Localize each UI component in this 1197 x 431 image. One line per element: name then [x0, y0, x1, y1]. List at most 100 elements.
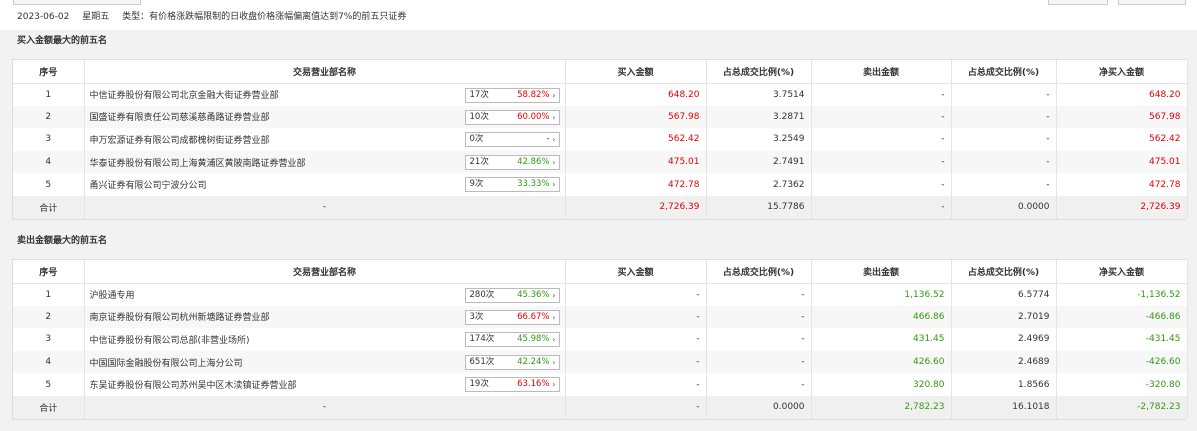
- sell-amount: -: [811, 105, 952, 129]
- chevron-right-icon: ›: [552, 290, 556, 300]
- broker-name[interactable]: 申万宏源证券有限公司成都槐树街证券营业部: [90, 136, 270, 146]
- broker-name-cell: 东吴证券股份有限公司苏州吴中区木渎镇证券营业部 19次 63.16% ›: [84, 373, 566, 396]
- net-amount: 648.20: [1056, 83, 1188, 106]
- table-row[interactable]: 5 甬兴证券有限公司宁波分公司 9次 33.33% › 472.78 2.7362- -472…: [13, 173, 1188, 196]
- buy-table-header: 序号 交易营业部名称 买入金额 占总成交比例(%) 卖出金额 占总成交比例(%) 净买入金额: [13, 60, 1188, 84]
- sell-amount: 466.86: [811, 305, 952, 329]
- column-header: 卖出金额: [811, 60, 952, 84]
- broker-name[interactable]: 沪股通专用: [90, 291, 135, 301]
- broker-name[interactable]: 中国国际金融股份有限公司上海分公司: [90, 359, 243, 369]
- broker-name-cell: 南京证券股份有限公司杭州新塘路证券营业部 3次 66.67% ›: [84, 305, 566, 329]
- chevron-right-icon: ›: [552, 90, 556, 100]
- trade-date: 2023-06-02: [17, 12, 70, 22]
- sell-table-body: 1 沪股通专用 280次 45.36% › - -1,136.52 6.5774 -1,136.…: [13, 283, 1188, 419]
- broker-name-cell: 中信证券股份有限公司总部(非营业场所) 174次 45.98% ›: [84, 328, 566, 351]
- success-rate: 42.24%: [517, 356, 550, 367]
- success-rate-dropdown[interactable]: 17次 58.82% ›: [464, 87, 560, 103]
- broker-name[interactable]: 中信证券股份有限公司北京金融大街证券营业部: [90, 91, 279, 101]
- sell-ratio: 2.4689: [951, 350, 1057, 374]
- broker-name[interactable]: 南京证券股份有限公司杭州新塘路证券营业部: [90, 313, 270, 323]
- buy-amount: 567.98: [565, 105, 707, 129]
- success-rate-dropdown[interactable]: 9次 33.33% ›: [464, 177, 560, 193]
- row-number: 1: [13, 283, 85, 306]
- buy-amount: -: [565, 305, 707, 329]
- success-rate: 42.86%: [517, 156, 550, 167]
- sell-section-title: 卖出金额最大的前五名: [0, 231, 1197, 251]
- success-rate-dropdown[interactable]: 19次 63.16% ›: [464, 377, 560, 393]
- list-type: 类型：有价格涨跌幅限制的日收盘价格涨幅偏离值达到7%的前五只证券: [122, 12, 407, 22]
- success-rate: -: [546, 134, 550, 145]
- success-rate-dropdown[interactable]: 651次 42.24% ›: [464, 354, 560, 370]
- success-rate: 60.00%: [517, 111, 550, 122]
- sell-ratio: -: [951, 128, 1057, 151]
- success-rate: 58.82%: [517, 89, 550, 100]
- success-rate: 45.98%: [517, 334, 550, 345]
- total-buy-ratio: 15.7786: [706, 195, 812, 219]
- sell-table-header: 序号 交易营业部名称 买入金额 占总成交比例(%) 卖出金额 占总成交比例(%) 净买入金额: [13, 260, 1188, 284]
- success-rate-dropdown[interactable]: 10次 60.00% ›: [464, 109, 560, 125]
- column-header: 买入金额: [565, 60, 707, 84]
- buy-amount: -: [565, 350, 707, 374]
- sell-ratio: -: [951, 150, 1057, 174]
- buy-ratio: 2.7491: [706, 150, 812, 174]
- success-rate: 45.36%: [517, 289, 550, 300]
- total-buy-ratio: 0.0000: [706, 395, 812, 419]
- column-header: 占总成交比例(%): [951, 260, 1057, 284]
- buy-ratio: -: [706, 328, 812, 351]
- table-row[interactable]: 2 国盛证券有限责任公司慈溪慈甬路证券营业部 10次 60.00% › 567.98 3.2…: [13, 105, 1188, 129]
- appearance-count: 19次: [469, 379, 489, 390]
- broker-name[interactable]: 中信证券股份有限公司总部(非营业场所): [90, 336, 250, 346]
- table-row[interactable]: 4 中国国际金融股份有限公司上海分公司 651次 42.24% › - -426.60 2.4…: [13, 350, 1188, 374]
- buy-amount: -: [565, 283, 707, 306]
- tab-stub-right-2[interactable]: [1118, 0, 1186, 5]
- broker-name-cell: 甬兴证券有限公司宁波分公司 9次 33.33% ›: [84, 173, 566, 196]
- table-row[interactable]: 4 华泰证券股份有限公司上海黄浦区黄陂南路证券营业部 21次 42.86% › 475.0…: [13, 150, 1188, 174]
- buy-ratio: -: [706, 350, 812, 374]
- buy-amount: -: [565, 373, 707, 396]
- sell-ratio: 6.5774: [951, 283, 1057, 306]
- total-sell-amount: -: [811, 195, 952, 219]
- sell-ratio: -: [951, 83, 1057, 106]
- row-number: 3: [13, 128, 85, 151]
- tab-stub-right-1[interactable]: [1048, 0, 1108, 5]
- appearance-count: 3次: [469, 311, 484, 322]
- table-row[interactable]: 1 沪股通专用 280次 45.36% › - -1,136.52 6.5774 -1,136.…: [13, 283, 1188, 306]
- net-amount: -1,136.52: [1056, 283, 1188, 306]
- tab-stub-left[interactable]: [13, 0, 141, 5]
- broker-name[interactable]: 东吴证券股份有限公司苏州吴中区木渎镇证券营业部: [90, 381, 297, 391]
- buy-section-title: 买入金额最大的前五名: [0, 31, 1197, 51]
- total-buy-amount: -: [565, 395, 707, 419]
- buy-amount: 648.20: [565, 83, 707, 106]
- total-row: 合计 -2,726.39 15.7786-0.0000 2,726.39: [13, 195, 1188, 219]
- success-rate-dropdown[interactable]: 174次 45.98% ›: [464, 332, 560, 348]
- success-rate-dropdown[interactable]: 3次 66.67% ›: [464, 309, 560, 325]
- chevron-right-icon: ›: [552, 357, 556, 367]
- buy-ratio: 3.7514: [706, 83, 812, 106]
- success-rate-dropdown[interactable]: 21次 42.86% ›: [464, 154, 560, 170]
- success-rate-dropdown[interactable]: 280次 45.36% ›: [464, 287, 560, 303]
- table-row[interactable]: 3 中信证券股份有限公司总部(非营业场所) 174次 45.98% › - -431.45 2…: [13, 328, 1188, 351]
- appearance-count: 0次: [469, 134, 484, 145]
- table-row[interactable]: 2 南京证券股份有限公司杭州新塘路证券营业部 3次 66.67% › - -466.86 2.…: [13, 305, 1188, 329]
- broker-name[interactable]: 甬兴证券有限公司宁波分公司: [90, 181, 207, 191]
- row-number: 2: [13, 105, 85, 129]
- buy-table: 序号 交易营业部名称 买入金额 占总成交比例(%) 卖出金额 占总成交比例(%) 净买入金额…: [13, 60, 1188, 219]
- table-row[interactable]: 5 东吴证券股份有限公司苏州吴中区木渎镇证券营业部 19次 63.16% › - -320.…: [13, 373, 1188, 396]
- broker-name[interactable]: 华泰证券股份有限公司上海黄浦区黄陂南路证券营业部: [90, 159, 306, 169]
- buy-table-panel: 序号 交易营业部名称 买入金额 占总成交比例(%) 卖出金额 占总成交比例(%) 净买入金额…: [12, 59, 1188, 220]
- success-rate-dropdown[interactable]: 0次 - ›: [464, 132, 560, 148]
- broker-name-cell: 中信证券股份有限公司北京金融大街证券营业部 17次 58.82% ›: [84, 83, 566, 106]
- total-net-amount: -2,782.23: [1056, 395, 1188, 419]
- column-header: 占总成交比例(%): [706, 260, 812, 284]
- sell-ratio: 2.4969: [951, 328, 1057, 351]
- appearance-count: 10次: [469, 111, 489, 122]
- total-row: 合计 - -0.0000 2,782.23 16.1018 -2,782.23: [13, 395, 1188, 419]
- column-header: 净买入金额: [1056, 260, 1188, 284]
- buy-ratio: 3.2871: [706, 105, 812, 129]
- buy-amount: -: [565, 328, 707, 351]
- appearance-count: 17次: [469, 89, 489, 100]
- broker-name[interactable]: 国盛证券有限责任公司慈溪慈甬路证券营业部: [90, 113, 270, 123]
- table-row[interactable]: 1 中信证券股份有限公司北京金融大街证券营业部 17次 58.82% › 648.20 3.…: [13, 83, 1188, 106]
- table-row[interactable]: 3 申万宏源证券有限公司成都槐树街证券营业部 0次 - › 562.42 3.2549- -5…: [13, 128, 1188, 151]
- row-number: 3: [13, 328, 85, 351]
